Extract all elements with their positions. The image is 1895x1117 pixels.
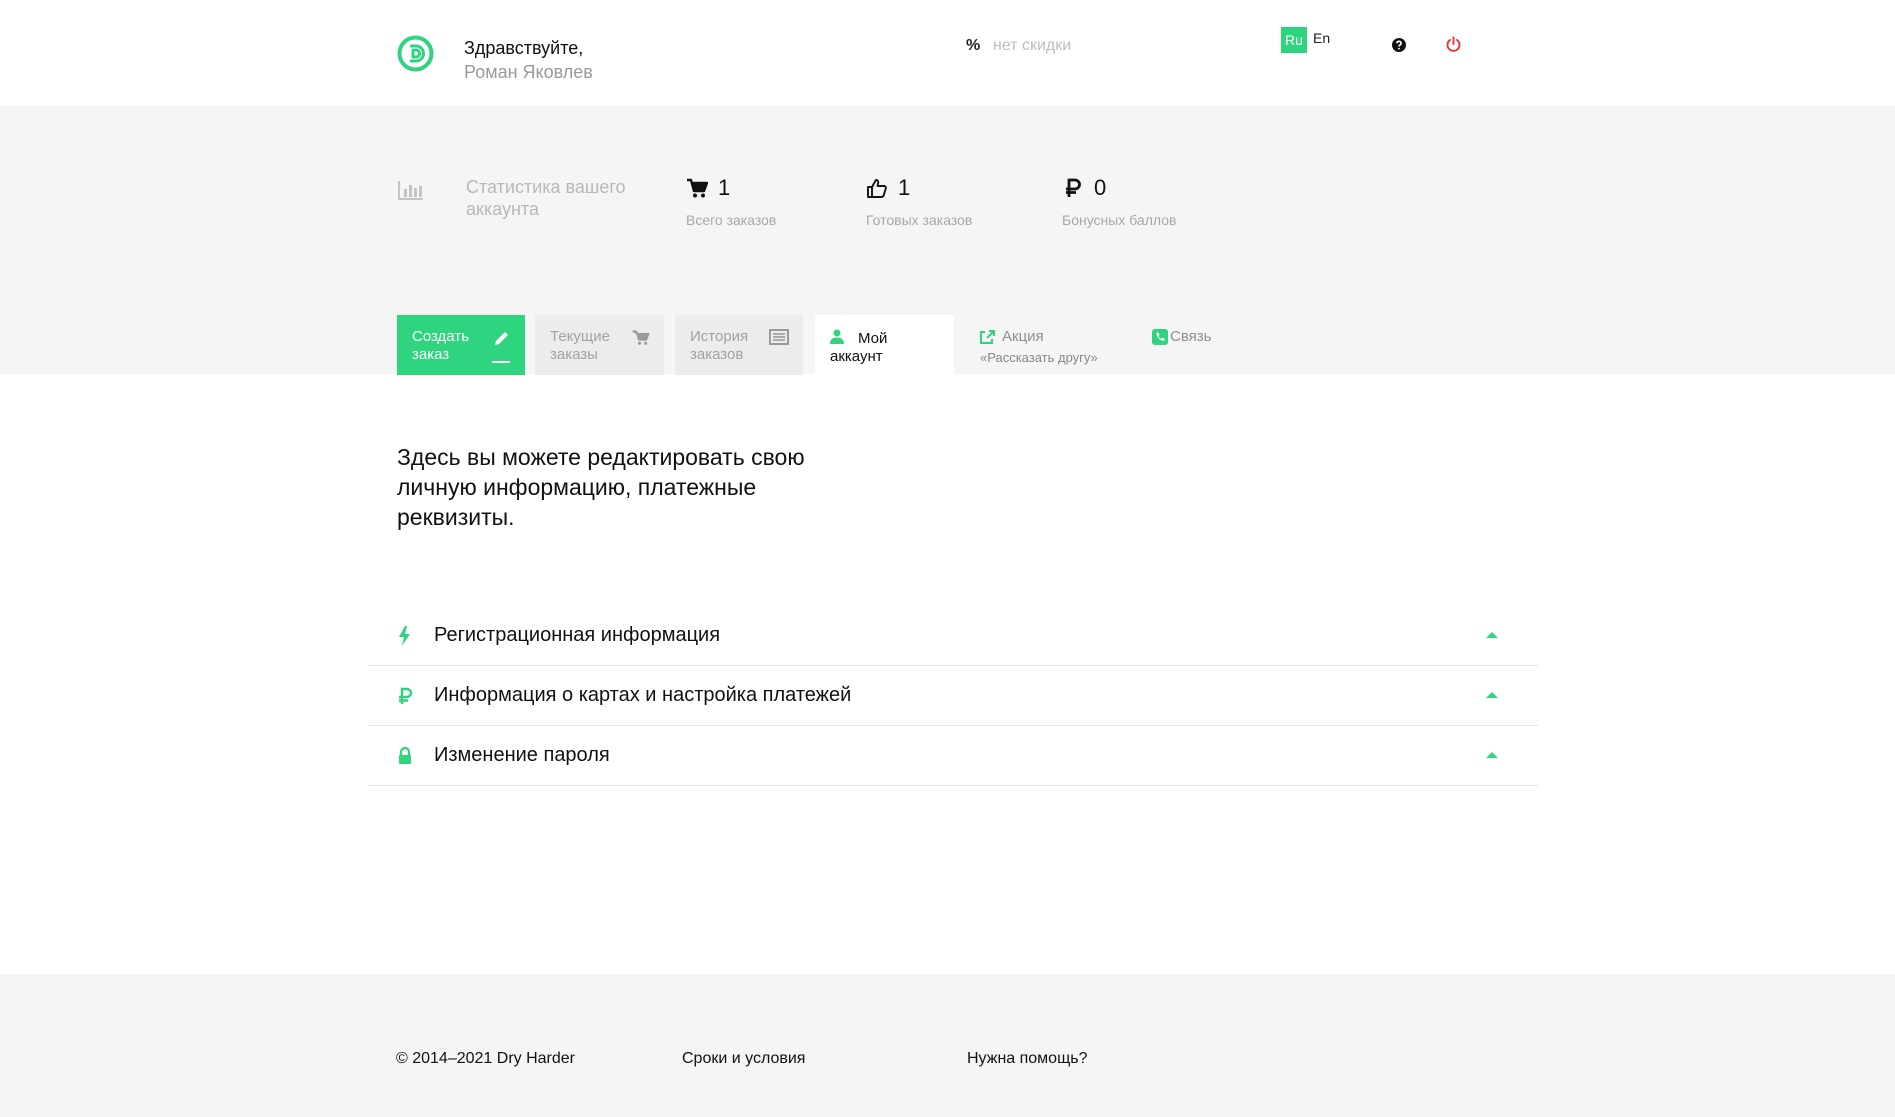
tab-label: История заказов bbox=[690, 328, 749, 363]
caret-up-icon[interactable] bbox=[1486, 692, 1498, 698]
intro-text: Здесь вы можете редактировать свою личну… bbox=[397, 444, 805, 530]
tab-label: Текущие заказы bbox=[550, 328, 610, 363]
caret-up-icon[interactable] bbox=[1486, 632, 1498, 638]
list-icon bbox=[769, 329, 789, 345]
tab-contact[interactable]: Связь bbox=[1138, 315, 1238, 375]
tab-current-orders[interactable]: Текущие заказы bbox=[535, 315, 664, 375]
greeting-text: Здравствуйте, bbox=[464, 38, 584, 58]
section-change-password[interactable]: Изменение пароля bbox=[368, 726, 1538, 786]
tab-label: Акция bbox=[1002, 328, 1044, 345]
footer-help-link[interactable]: Нужна помощь? bbox=[967, 1050, 1087, 1068]
lock-icon bbox=[399, 746, 411, 764]
thumbs-up-icon bbox=[867, 179, 887, 198]
stats-title: Статистика вашего аккаунта bbox=[466, 177, 626, 219]
discount-icon: % bbox=[966, 37, 981, 54]
bolt-icon bbox=[399, 626, 410, 646]
stat-caption: Бонусных баллов bbox=[1062, 212, 1177, 228]
tab-create-order[interactable]: Создать заказ bbox=[397, 315, 525, 375]
stat-value: 1 bbox=[718, 175, 731, 200]
user-icon bbox=[830, 329, 844, 344]
tab-sublabel: «Рассказать другу» bbox=[980, 350, 1098, 365]
stat-value: 0 bbox=[1094, 175, 1107, 200]
footer-copyright: © 2014–2021 Dry Harder bbox=[396, 1050, 575, 1067]
tab-promo[interactable]: Акция «Рассказать другу» bbox=[966, 315, 1116, 375]
header: Здравствуйте, Роман Яковлев % нет скидки… bbox=[0, 0, 1895, 106]
ruble-icon bbox=[399, 687, 413, 704]
pencil-underline bbox=[492, 361, 510, 363]
bar-chart-icon bbox=[398, 181, 423, 200]
section-cards-payments[interactable]: Информация о картах и настройка платежей bbox=[368, 666, 1538, 726]
tab-label: Связь bbox=[1170, 328, 1212, 345]
stat-ready-orders: 1 Готовых заказов bbox=[866, 175, 972, 228]
tab-order-history[interactable]: История заказов bbox=[675, 315, 803, 375]
discount-status: нет скидки bbox=[993, 37, 1072, 54]
logo-icon[interactable] bbox=[397, 35, 434, 72]
ruble-icon bbox=[1066, 178, 1081, 197]
share-icon bbox=[980, 330, 995, 344]
stat-total-orders: 1 Всего заказов bbox=[686, 175, 776, 228]
language-en-button[interactable]: En bbox=[1313, 30, 1330, 46]
section-title: Изменение пароля bbox=[434, 744, 610, 766]
footer-terms-link[interactable]: Сроки и условия bbox=[682, 1050, 805, 1068]
stat-caption: Готовых заказов bbox=[866, 212, 973, 228]
user-name: Роман Яковлев bbox=[464, 62, 593, 82]
phone-icon bbox=[1152, 329, 1168, 345]
footer: © 2014–2021 Dry Harder Сроки и условия Н… bbox=[0, 974, 1895, 1117]
pencil-icon bbox=[495, 332, 508, 345]
stat-bonus-points: 0 Бонусных баллов bbox=[1062, 175, 1176, 228]
tab-label: Создать заказ bbox=[412, 328, 470, 363]
caret-up-icon[interactable] bbox=[1486, 752, 1498, 758]
section-registration-info[interactable]: Регистрационная информация bbox=[368, 606, 1538, 666]
language-ru-button[interactable]: Ru bbox=[1281, 27, 1307, 53]
stat-value: 1 bbox=[898, 175, 911, 200]
cart-icon bbox=[632, 330, 650, 345]
cart-icon bbox=[687, 178, 708, 198]
stat-caption: Всего заказов bbox=[686, 212, 777, 228]
section-title: Информация о картах и настройка платежей bbox=[434, 684, 852, 706]
section-title: Регистрационная информация bbox=[434, 624, 721, 646]
tab-my-account[interactable]: Мой аккаунт bbox=[815, 315, 954, 375]
power-icon[interactable] bbox=[1445, 36, 1462, 53]
help-icon[interactable] bbox=[1392, 38, 1406, 52]
